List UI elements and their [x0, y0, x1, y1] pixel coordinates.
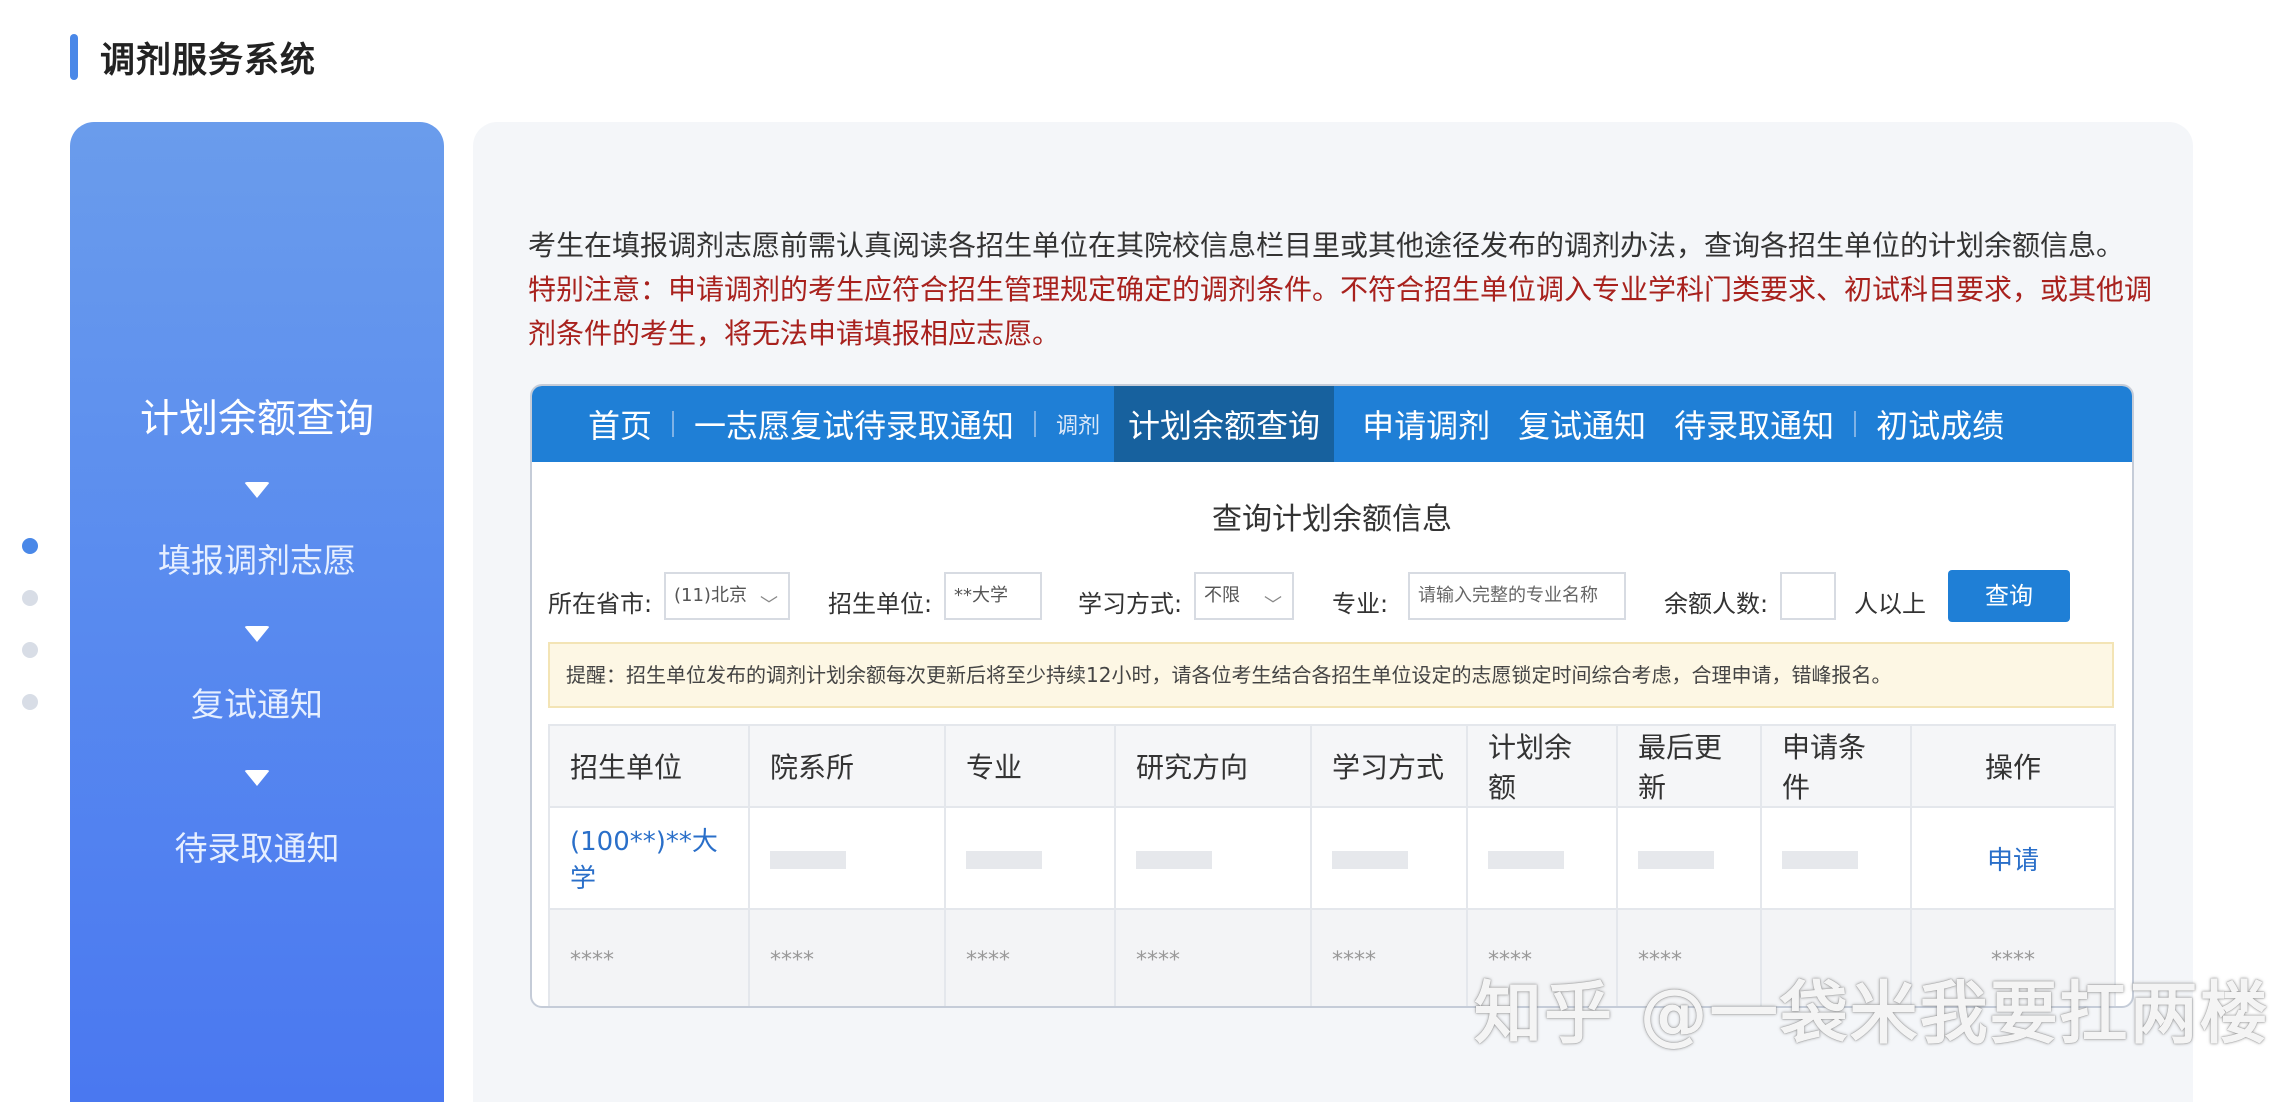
cell-masked: **** — [548, 908, 750, 1006]
intro-text: 考生在填报调剂志愿前需认真阅读各招生单位在其院校信息栏目里或其他途径发布的调剂办… — [528, 224, 2168, 356]
query-button[interactable]: 查询 — [1948, 570, 2070, 622]
nav-home[interactable]: 首页 — [574, 386, 666, 462]
pagination-dots — [22, 538, 42, 746]
major-placeholder: 请输入完整的专业名称 — [1418, 585, 1598, 606]
cell-placeholder — [944, 806, 1116, 910]
section-accent-bar — [70, 34, 78, 80]
unit-label: 招生单位: — [828, 590, 933, 618]
province-label: 所在省市: — [548, 590, 653, 618]
col-plan-balance: 计划余额 — [1466, 724, 1618, 808]
section-title: 调剂服务系统 — [100, 40, 317, 81]
study-mode-value: 不限 — [1204, 585, 1240, 606]
col-research-direction: 研究方向 — [1114, 724, 1312, 808]
col-department: 院系所 — [748, 724, 946, 808]
remain-suffix: 人以上 — [1854, 590, 1926, 618]
pagination-dot-1[interactable] — [22, 538, 38, 554]
nav-initial-score[interactable]: 初试成绩 — [1862, 386, 2018, 462]
chevron-down-icon — [244, 482, 270, 498]
pagination-dot-2[interactable] — [22, 590, 38, 606]
province-value: (11)北京 — [674, 585, 747, 606]
col-requirements: 申请条件 — [1760, 724, 1912, 808]
step-retest-notice[interactable]: 复试通知 — [70, 678, 444, 726]
table-row: (100**)**大学 申请 — [548, 806, 2116, 910]
cell-placeholder — [1760, 806, 1912, 910]
cell-placeholder — [1114, 806, 1312, 910]
study-mode-label: 学习方式: — [1078, 590, 1183, 618]
cell-masked: **** — [748, 908, 946, 1006]
step-pending-admission-notice[interactable]: 待录取通知 — [70, 822, 444, 870]
nav-apply-adjust[interactable]: 申请调剂 — [1348, 386, 1504, 462]
major-label: 专业: — [1332, 590, 1389, 618]
apply-link[interactable]: 申请 — [1910, 806, 2116, 910]
unit-value: **大学 — [954, 585, 1008, 606]
cell-masked: **** — [1114, 908, 1312, 1006]
study-mode-select[interactable]: 不限 ﹀ — [1194, 572, 1294, 620]
cell-placeholder — [748, 806, 946, 910]
row-unit-link[interactable]: (100**)**大学 — [548, 806, 750, 910]
nav-divider — [1854, 411, 1857, 437]
col-study-mode: 学习方式 — [1310, 724, 1468, 808]
cell-placeholder — [1310, 806, 1468, 910]
top-nav: 首页 一志愿复试待录取通知 调剂 计划余额查询 申请调剂 复试通知 待录取通知 … — [532, 386, 2132, 462]
system-screenshot: 首页 一志愿复试待录取通知 调剂 计划余额查询 申请调剂 复试通知 待录取通知 … — [530, 384, 2134, 1008]
section-header: 调剂服务系统 — [70, 34, 317, 81]
major-input[interactable]: 请输入完整的专业名称 — [1408, 572, 1626, 620]
remain-label: 余额人数: — [1664, 590, 1769, 618]
reminder-bar: 提醒：招生单位发布的调剂计划余额每次更新后将至少持续12小时，请各位考生结合各招… — [548, 642, 2114, 708]
nav-pending-admission[interactable]: 待录取通知 — [1660, 386, 1848, 462]
step-plan-balance-query[interactable]: 计划余额查询 — [70, 388, 444, 444]
remain-input[interactable] — [1780, 572, 1836, 620]
pagination-dot-4[interactable] — [22, 694, 38, 710]
col-action: 操作 — [1910, 724, 2116, 808]
nav-divider — [672, 411, 675, 437]
dropdown-caret-icon: ﹀ — [760, 595, 778, 616]
nav-divider — [1034, 411, 1037, 437]
col-last-update: 最后更新 — [1616, 724, 1762, 808]
dropdown-caret-icon: ﹀ — [1264, 595, 1282, 616]
chevron-down-icon — [244, 626, 270, 642]
watermark: 知乎 @一袋米我要扛两楼 — [1474, 975, 2270, 1054]
unit-input[interactable]: **大学 — [944, 572, 1042, 620]
query-filters: 所在省市: (11)北京 ﹀ 招生单位: **大学 学习方式: 不限 ﹀ 专业:… — [548, 570, 2128, 628]
chevron-down-icon — [244, 770, 270, 786]
nav-retest-notice[interactable]: 复试通知 — [1504, 386, 1660, 462]
cell-masked: **** — [1310, 908, 1468, 1006]
col-unit: 招生单位 — [548, 724, 750, 808]
step-fill-adjust-volunteer[interactable]: 填报调剂志愿 — [70, 534, 444, 582]
table-header-row: 招生单位 院系所 专业 研究方向 学习方式 计划余额 最后更新 申请条件 操作 — [548, 724, 2116, 808]
special-notice: 特别注意：申请调剂的考生应符合招生管理规定确定的调剂条件。不符合招生单位调入专业… — [528, 273, 2153, 350]
nav-plan-balance-query[interactable]: 计划余额查询 — [1114, 386, 1335, 462]
nav-first-choice-notice[interactable]: 一志愿复试待录取通知 — [680, 386, 1028, 462]
col-major: 专业 — [944, 724, 1116, 808]
cell-placeholder — [1616, 806, 1762, 910]
province-select[interactable]: (11)北京 ﹀ — [664, 572, 790, 620]
query-title: 查询计划余额信息 — [1212, 502, 1452, 537]
cell-placeholder — [1466, 806, 1618, 910]
cell-masked: **** — [944, 908, 1116, 1006]
steps-panel: 计划余额查询 填报调剂志愿 复试通知 待录取通知 — [70, 122, 444, 1102]
nav-adjust-group: 调剂 — [1056, 414, 1101, 439]
pagination-dot-3[interactable] — [22, 642, 38, 658]
intro-line: 考生在填报调剂志愿前需认真阅读各招生单位在其院校信息栏目里或其他途径发布的调剂办… — [528, 229, 2125, 262]
